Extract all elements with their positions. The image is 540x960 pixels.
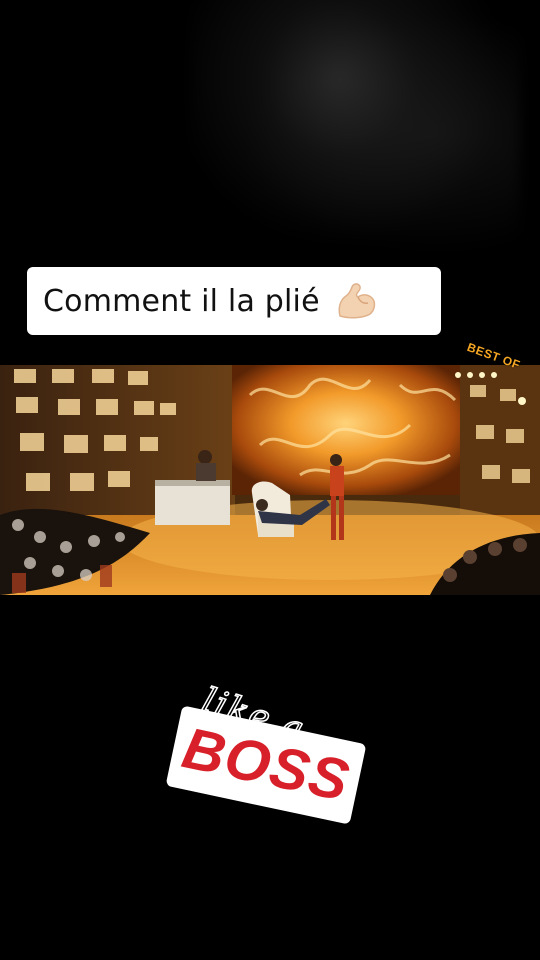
like-a-boss-sticker: like a BOSS xyxy=(167,679,370,840)
smoke-overlay xyxy=(190,0,520,260)
sticker-boss-box: BOSS xyxy=(167,707,365,823)
flexed-biceps-icon xyxy=(334,282,378,320)
video-frame[interactable] xyxy=(0,365,540,595)
tiktok-video-screen[interactable]: Comment il la plié BEST OF like a BOSS xyxy=(0,0,540,960)
caption-text: Comment il la plié xyxy=(43,283,320,319)
sticker-line-boss: BOSS xyxy=(176,715,356,814)
caption-box: Comment il la plié xyxy=(27,267,441,335)
stage-scene xyxy=(0,365,540,595)
